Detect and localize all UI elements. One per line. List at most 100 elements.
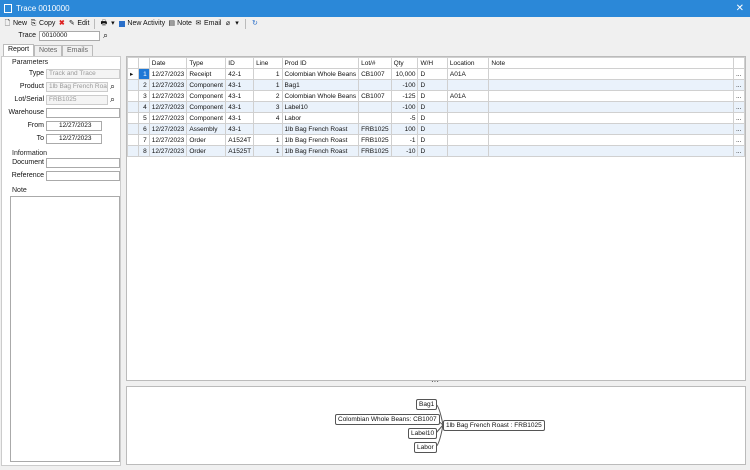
tab-emails[interactable]: Emails: [62, 45, 94, 56]
refresh-button[interactable]: ↻: [251, 20, 258, 28]
cell[interactable]: D: [417, 145, 448, 157]
cell[interactable]: -5: [390, 112, 419, 124]
cell[interactable]: [446, 123, 490, 135]
ellipsis-button[interactable]: ...: [732, 90, 746, 102]
type-select[interactable]: Track and Trace: [46, 69, 120, 79]
copy-button[interactable]: ⎘ Copy: [30, 20, 56, 28]
cell[interactable]: -100: [390, 79, 419, 91]
product-search-icon[interactable]: ⌕: [110, 81, 115, 92]
cell[interactable]: 43-1: [225, 79, 255, 91]
cell[interactable]: [446, 134, 490, 146]
diagram-node-label10[interactable]: Label10: [408, 428, 438, 439]
note-button[interactable]: ▤ Note: [168, 20, 192, 28]
cell[interactable]: 43-1: [225, 123, 255, 135]
cell[interactable]: 12/27/2023: [148, 112, 188, 124]
cell[interactable]: Colombian Whole Beans: [281, 68, 360, 80]
row-number[interactable]: 4: [137, 101, 150, 113]
from-date-picker[interactable]: 12/27/2023: [46, 121, 102, 131]
cell[interactable]: 12/27/2023: [148, 134, 188, 146]
tab-report[interactable]: Report: [3, 44, 35, 56]
print-button[interactable]: 🖶 ▾: [100, 20, 116, 28]
column-header-lot[interactable]: Lot/#: [358, 57, 392, 69]
row-indicator[interactable]: [127, 112, 139, 124]
cell[interactable]: 1: [253, 79, 283, 91]
cell[interactable]: -125: [390, 90, 419, 102]
cell[interactable]: -1: [390, 134, 419, 146]
cell[interactable]: 1lb Bag French Roast: [281, 134, 360, 146]
cell[interactable]: [488, 90, 734, 102]
row-indicator[interactable]: [127, 79, 139, 91]
cell[interactable]: 1lb Bag French Roast: [281, 123, 360, 135]
column-header-id[interactable]: ID: [225, 57, 255, 69]
cell[interactable]: [446, 79, 490, 91]
document-input[interactable]: [46, 158, 120, 168]
table-row[interactable]: 5 12/27/2023 Component 43-1 4 Labor -5 D...: [127, 112, 746, 124]
cell[interactable]: [253, 123, 283, 135]
ellipsis-button[interactable]: ...: [732, 112, 746, 124]
cell[interactable]: Component: [186, 101, 227, 113]
cell[interactable]: [358, 112, 392, 124]
diagram-node-colombian[interactable]: Colombian Whole Beans: CB1007: [335, 414, 440, 425]
cell[interactable]: 12/27/2023: [148, 68, 188, 80]
cell[interactable]: 100: [390, 123, 419, 135]
cell[interactable]: D: [417, 112, 448, 124]
row-indicator[interactable]: ▸: [127, 68, 139, 80]
cell[interactable]: Receipt: [186, 68, 227, 80]
cell[interactable]: 12/27/2023: [148, 79, 188, 91]
table-row[interactable]: 2 12/27/2023 Component 43-1 1 Bag1 -100 D...: [127, 79, 746, 91]
cell[interactable]: D: [417, 90, 448, 102]
cell[interactable]: [446, 112, 490, 124]
horizontal-splitter[interactable]: ···: [431, 378, 439, 386]
cell[interactable]: [488, 68, 734, 80]
ellipsis-button[interactable]: ...: [732, 79, 746, 91]
search-icon[interactable]: ⌕: [103, 30, 108, 41]
ellipsis-button[interactable]: ...: [732, 123, 746, 135]
cell[interactable]: [446, 145, 490, 157]
cell[interactable]: Component: [186, 90, 227, 102]
row-indicator[interactable]: [127, 134, 139, 146]
ellipsis-button[interactable]: ...: [732, 134, 746, 146]
cell[interactable]: [358, 79, 392, 91]
ellipsis-button[interactable]: ...: [732, 68, 746, 80]
cell[interactable]: D: [417, 101, 448, 113]
cell[interactable]: 4: [253, 112, 283, 124]
row-number[interactable]: 6: [137, 123, 150, 135]
cell[interactable]: 2: [253, 90, 283, 102]
note-textarea[interactable]: [10, 196, 120, 462]
warehouse-select[interactable]: [46, 108, 120, 118]
product-input[interactable]: 1lb Bag French Roast: [46, 82, 108, 92]
table-row[interactable]: 4 12/27/2023 Component 43-1 3 Label10 -100 D...: [127, 101, 746, 113]
column-header-qty[interactable]: Qty: [390, 57, 419, 69]
cell[interactable]: CB1007: [358, 68, 392, 80]
row-indicator[interactable]: [127, 123, 139, 135]
diagram-node-bag1[interactable]: Bag1: [416, 399, 438, 410]
cell[interactable]: FRB1025: [358, 123, 392, 135]
email-button[interactable]: ✉ Email: [195, 20, 222, 28]
cell[interactable]: -10: [390, 145, 419, 157]
table-row[interactable]: ▸ 1 12/27/2023 Receipt 42-1 1 Colombian Whole …: [127, 68, 746, 80]
cell[interactable]: A01A: [446, 90, 490, 102]
cell[interactable]: A1524T: [225, 134, 255, 146]
cell[interactable]: 43-1: [225, 112, 255, 124]
row-indicator[interactable]: [127, 145, 139, 157]
column-header-line[interactable]: Line: [253, 57, 283, 69]
cell[interactable]: 12/27/2023: [148, 145, 188, 157]
delete-button[interactable]: ✖: [58, 20, 65, 28]
row-number[interactable]: 2: [137, 79, 150, 91]
cell[interactable]: [488, 145, 734, 157]
cell[interactable]: [488, 112, 734, 124]
attach-button[interactable]: ⌀ ▾: [224, 20, 240, 28]
cell[interactable]: D: [417, 68, 448, 80]
table-row[interactable]: 8 12/27/2023 Order A1525T 1 1lb Bag French Ro…: [127, 145, 746, 157]
cell[interactable]: 1: [253, 68, 283, 80]
cell[interactable]: [488, 134, 734, 146]
cell[interactable]: 12/27/2023: [148, 123, 188, 135]
cell[interactable]: Component: [186, 79, 227, 91]
cell[interactable]: D: [417, 123, 448, 135]
cell[interactable]: A1525T: [225, 145, 255, 157]
row-number[interactable]: 7: [137, 134, 150, 146]
cell[interactable]: CB1007: [358, 90, 392, 102]
row-number[interactable]: 3: [137, 90, 150, 102]
lot-serial-input[interactable]: FRB1025: [46, 95, 108, 105]
cell[interactable]: Order: [186, 145, 227, 157]
